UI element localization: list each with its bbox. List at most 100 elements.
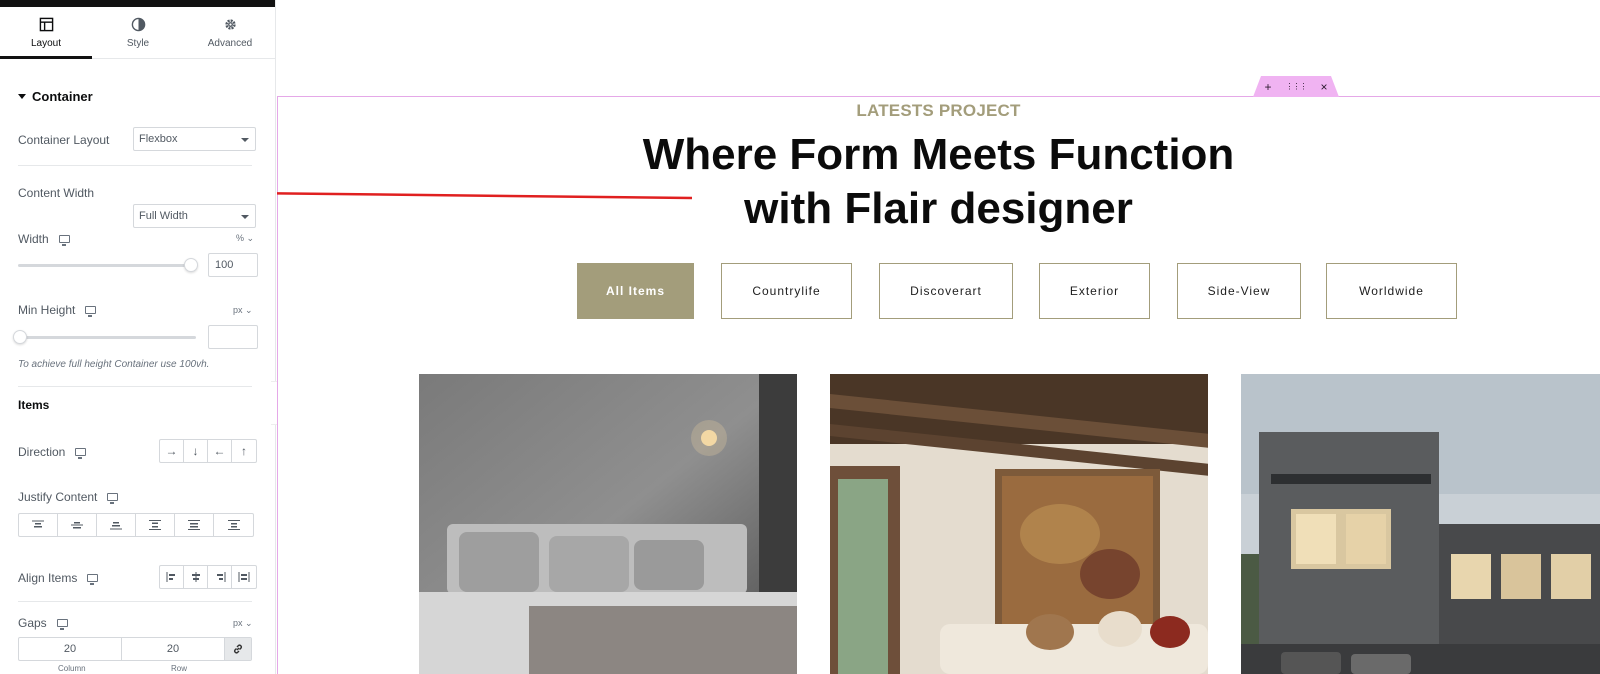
portfolio-card-living-room[interactable]	[830, 374, 1208, 674]
gap-column-caption: Column	[58, 664, 86, 673]
close-icon[interactable]: ×	[1321, 80, 1328, 94]
drag-handle-icon[interactable]: ⋮⋮⋮	[1286, 82, 1308, 91]
section-container-toggle[interactable]: Container	[18, 89, 93, 104]
section-title: Container	[32, 89, 93, 104]
gaps-inputs: 20 20	[18, 637, 252, 661]
gap-row-caption: Row	[171, 664, 188, 673]
filter-discoverart[interactable]: Discoverart	[879, 263, 1013, 319]
direction-column-reverse-button[interactable]: ↑	[232, 440, 256, 462]
chevron-down-icon	[241, 215, 249, 219]
content-width-value: Full Width	[139, 210, 188, 222]
gap-row-input[interactable]: 20	[122, 638, 225, 660]
min-height-slider-thumb[interactable]	[13, 330, 27, 344]
gap-column-input[interactable]: 20	[19, 638, 122, 660]
justify-space-evenly-icon[interactable]	[214, 514, 253, 536]
direction-row-reverse-button[interactable]: ←	[208, 440, 232, 462]
desktop-icon[interactable]	[87, 574, 99, 585]
chevron-down-icon	[241, 138, 249, 142]
container-layout-select[interactable]: Flexbox	[133, 127, 256, 151]
width-unit-select[interactable]: % ⌄	[236, 233, 254, 244]
gaps-unit: px	[233, 618, 243, 628]
panel-tabs: Layout Style Advanced	[0, 7, 275, 59]
width-unit: %	[236, 233, 245, 243]
desktop-icon[interactable]	[58, 235, 70, 246]
filter-side-view[interactable]: Side-View	[1177, 263, 1301, 319]
min-height-hint: To achieve full height Container use 100…	[18, 359, 210, 370]
preview-canvas: + ⋮⋮⋮ × LATESTS PROJECT Where Form Meets…	[277, 0, 1600, 674]
editor-panel: Layout Style Advanced Container Containe…	[0, 0, 276, 674]
direction-label-row: Direction	[18, 445, 87, 459]
portfolio-card-house[interactable]	[1241, 374, 1600, 674]
justify-content-label: Justify Content	[18, 490, 98, 504]
width-input[interactable]: 100	[208, 253, 258, 277]
justify-content-label-row: Justify Content	[18, 490, 119, 504]
justify-center-icon[interactable]	[58, 514, 97, 536]
tab-layout[interactable]: Layout	[0, 7, 92, 59]
panel-top-bar	[0, 0, 275, 7]
min-height-unit: px	[233, 305, 243, 315]
divider	[18, 601, 252, 602]
tab-style-label: Style	[126, 37, 150, 49]
align-end-icon[interactable]	[208, 566, 232, 588]
direction-row-button[interactable]: →	[160, 440, 184, 462]
justify-end-icon[interactable]	[97, 514, 136, 536]
tab-advanced-label: Advanced	[207, 37, 253, 49]
gaps-unit-select[interactable]: px ⌄	[233, 618, 253, 629]
container-handle[interactable]: + ⋮⋮⋮ ×	[1253, 76, 1339, 97]
filter-exterior[interactable]: Exterior	[1039, 263, 1150, 319]
gaps-label-row: Gaps	[18, 616, 68, 630]
tab-advanced[interactable]: Advanced	[184, 7, 275, 58]
align-items-label-row: Align Items	[18, 571, 99, 585]
living-room-photo	[830, 374, 1208, 674]
justify-content-button-group	[18, 513, 254, 537]
width-slider-track[interactable]	[18, 264, 196, 267]
min-height-input[interactable]	[208, 325, 258, 349]
filter-all-items[interactable]: All Items	[577, 263, 694, 319]
desktop-icon[interactable]	[85, 306, 97, 317]
min-height-slider-track[interactable]	[18, 336, 196, 339]
desktop-icon[interactable]	[107, 493, 119, 504]
container-layout-label: Container Layout	[18, 133, 110, 147]
filter-countrylife[interactable]: Countrylife	[721, 263, 852, 319]
caret-down-icon	[18, 94, 26, 99]
portfolio-card-bedroom[interactable]	[419, 374, 797, 674]
tab-style[interactable]: Style	[92, 7, 184, 58]
headline-line-1: Where Form Meets Function	[642, 130, 1235, 179]
justify-space-around-icon[interactable]	[175, 514, 214, 536]
divider	[18, 165, 252, 166]
width-label: Width	[18, 232, 49, 246]
section-eyebrow: LATESTS PROJECT	[856, 101, 1021, 120]
direction-button-group: → ↓ ← ↑	[159, 439, 257, 463]
align-stretch-icon[interactable]	[232, 566, 256, 588]
width-slider-thumb[interactable]	[184, 258, 198, 272]
bedroom-photo	[419, 374, 797, 674]
gear-icon	[224, 18, 236, 30]
content-width-label: Content Width	[18, 186, 95, 200]
desktop-icon[interactable]	[56, 619, 68, 630]
justify-start-icon[interactable]	[19, 514, 58, 536]
tab-layout-label: Layout	[30, 37, 62, 49]
direction-column-button[interactable]: ↓	[184, 440, 208, 462]
min-height-label-row: Min Height	[18, 303, 97, 317]
annotation-arrow	[277, 192, 693, 200]
modern-house-photo	[1241, 374, 1600, 674]
align-items-label: Align Items	[18, 571, 78, 585]
justify-space-between-icon[interactable]	[136, 514, 175, 536]
add-icon[interactable]: +	[1264, 80, 1271, 94]
width-label-row: Width	[18, 232, 70, 246]
layout-icon	[39, 17, 53, 31]
filter-worldwide[interactable]: Worldwide	[1326, 263, 1457, 319]
direction-label: Direction	[18, 445, 66, 459]
align-items-button-group	[159, 565, 257, 589]
desktop-icon[interactable]	[75, 448, 87, 459]
min-height-unit-select[interactable]: px ⌄	[233, 305, 253, 316]
items-heading: Items	[18, 398, 50, 412]
link-icon[interactable]	[225, 638, 251, 660]
container-layout-value: Flexbox	[139, 133, 178, 145]
gaps-label: Gaps	[18, 616, 47, 630]
min-height-label: Min Height	[18, 303, 76, 317]
align-start-icon[interactable]	[160, 566, 184, 588]
align-center-icon[interactable]	[184, 566, 208, 588]
content-width-select[interactable]: Full Width	[133, 204, 256, 228]
divider	[18, 386, 252, 387]
